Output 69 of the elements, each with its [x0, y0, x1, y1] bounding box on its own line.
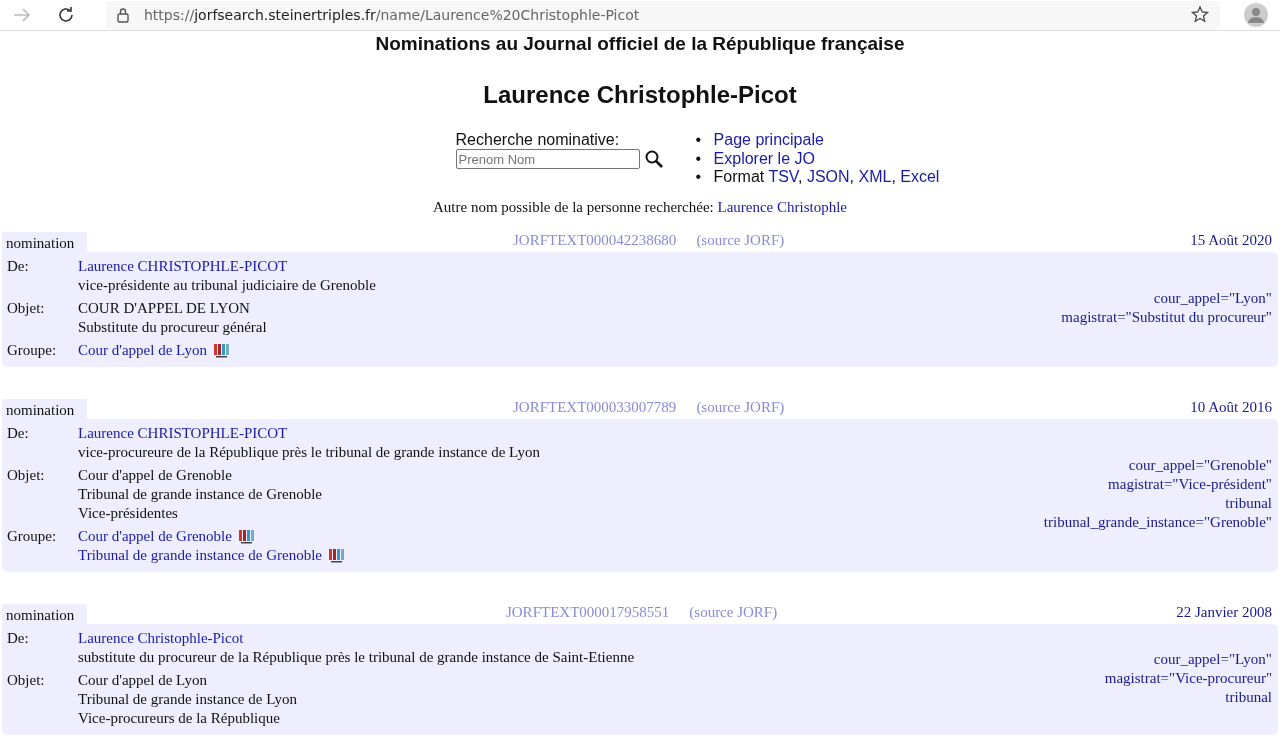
entry-text: Substitute du procureur général — [78, 317, 267, 337]
search-icon[interactable] — [643, 149, 664, 169]
library-icon[interactable] — [237, 528, 255, 544]
field-label: De: — [7, 628, 30, 648]
entry-type-label: nomination — [2, 231, 87, 252]
entry-text: Vice-procureurs de la République — [78, 708, 280, 728]
menu-text: , — [849, 168, 856, 185]
entry-link[interactable]: Laurence CHRISTOPHLE-PICOT — [78, 423, 288, 443]
entry-link[interactable]: Laurence Christophle-Picot — [78, 628, 244, 648]
entry-text: Cour d'appel de Grenoble — [78, 465, 232, 485]
field-label: Groupe: — [7, 340, 58, 360]
bullet: • — [695, 168, 703, 187]
alternative-name-link[interactable]: Laurence Christophle — [717, 198, 847, 215]
menu-link[interactable]: Page principale — [713, 131, 824, 148]
tag-text: tribunal_grande_instance="Grenoble" — [1043, 513, 1272, 532]
entry-text: vice-présidente au tribunal judiciaire de Grenoble — [78, 275, 376, 295]
entry-type-label: nomination — [2, 398, 87, 419]
lock-icon — [116, 7, 130, 23]
entry-type-label: nomination — [2, 603, 87, 624]
entry-link[interactable]: Cour d'appel de Lyon — [78, 340, 207, 360]
tag-text: magistrat="Vice-procureur" — [1104, 668, 1272, 688]
bullet: • — [695, 149, 703, 168]
entry-text: Tribunal de grande instance de Lyon — [78, 689, 297, 709]
entry-link[interactable]: Tribunal de grande instance de Grenoble — [78, 545, 322, 565]
entry-date: 15 Août 2020 — [1190, 231, 1273, 250]
entry-text: Tribunal de grande instance de Grenoble — [78, 484, 322, 504]
entry-date: 22 Janvier 2008 — [1176, 603, 1273, 622]
reload-icon[interactable] — [56, 5, 76, 25]
menu-link[interactable]: JSON — [806, 168, 850, 185]
entry-text: Vice-présidentes — [78, 503, 178, 523]
url-text: https://jorfsearch.steinertriples.fr/name/Laurence%20Christophle-Picot — [144, 7, 641, 23]
tag-text: cour_appel="Grenoble" — [1128, 456, 1272, 475]
entry-text: vice-procureure de la République près le tribunal de grande instance de Lyon — [78, 442, 540, 462]
profile-avatar-icon[interactable] — [1244, 3, 1268, 27]
field-label: Objet: — [7, 298, 46, 318]
field-label: De: — [7, 256, 30, 276]
field-label: De: — [7, 423, 30, 443]
tag-text: cour_appel="Lyon" — [1153, 649, 1272, 669]
menu-link[interactable]: XML — [858, 168, 892, 185]
address-bar[interactable]: https://jorfsearch.steinertriples.fr/name/Laurence%20Christophle-Picot — [106, 1, 1220, 29]
field-label: Objet: — [7, 465, 46, 485]
menu-link[interactable]: Excel — [900, 168, 940, 185]
entry-link[interactable]: Laurence CHRISTOPHLE-PICOT — [78, 256, 288, 276]
tag-text: magistrat="Substitut du procureur" — [1061, 308, 1272, 327]
entry-text: substitute du procureur de la République près le tribunal de grande instance de Saint-Etienne — [78, 647, 635, 667]
tag-text: cour_appel="Lyon" — [1153, 289, 1272, 308]
menu-text: , — [798, 168, 804, 185]
field-label: Objet: — [7, 670, 46, 690]
tag-text: tribunal — [1225, 687, 1272, 707]
entry-link[interactable]: Cour d'appel de Grenoble — [78, 526, 232, 546]
search-field[interactable]: Prenom Nom — [455, 149, 640, 169]
tag-text: tribunal — [1225, 494, 1272, 513]
search-label: Recherche nominative: — [455, 131, 621, 149]
entry-date: 10 Août 2016 — [1190, 398, 1273, 417]
menu-text: Format — [713, 168, 766, 185]
menu-link[interactable]: Explorer le JO — [713, 149, 815, 167]
bullet: • — [695, 131, 703, 150]
alternative-name-label: Autre nom possible de la personne recherchée: — [433, 198, 714, 215]
tag-text: magistrat="Vice-président" — [1108, 475, 1272, 494]
page-heading: Nominations au Journal officiel de la République française — [374, 32, 906, 56]
entry-text: Cour d'appel de Lyon — [78, 670, 207, 690]
field-label: Groupe: — [7, 526, 58, 546]
entry-text: COUR D'APPEL DE LYON — [78, 298, 250, 318]
person-name: Laurence Christophle-Picot — [482, 81, 798, 109]
menu-link[interactable]: TSV — [768, 168, 799, 185]
library-icon[interactable] — [327, 547, 345, 563]
library-icon[interactable] — [212, 342, 230, 358]
favorite-star-icon[interactable] — [1190, 5, 1210, 25]
menu-text: , — [891, 168, 897, 185]
